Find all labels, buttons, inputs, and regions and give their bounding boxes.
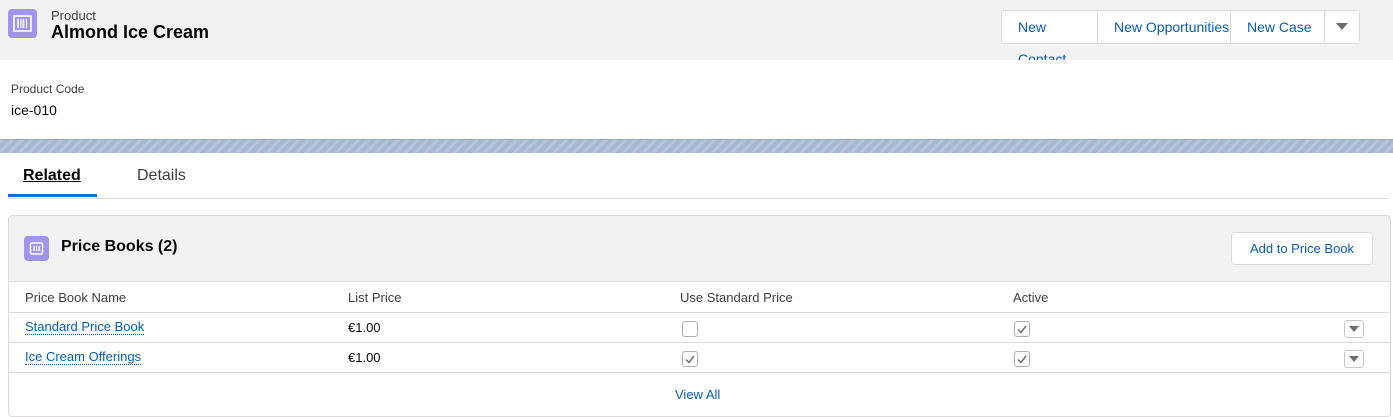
record-title: Almond Ice Cream xyxy=(51,22,210,42)
column-header-price-book-name[interactable]: Price Book Name xyxy=(25,290,126,305)
row-actions-button[interactable] xyxy=(1344,320,1364,338)
object-type-label: Product xyxy=(51,8,96,23)
tab-related[interactable]: Related xyxy=(23,167,81,185)
active-checkbox xyxy=(1014,351,1030,367)
product-icon xyxy=(8,9,37,38)
checkmark-icon xyxy=(685,355,695,364)
chevron-down-icon xyxy=(1336,23,1348,30)
row-divider xyxy=(9,342,1390,343)
use-standard-price-checkbox xyxy=(682,351,698,367)
add-to-price-book-button[interactable]: Add to Price Book xyxy=(1231,232,1373,265)
new-case-button[interactable]: New Case xyxy=(1231,11,1325,43)
column-header-use-standard-price[interactable]: Use Standard Price xyxy=(680,290,793,305)
column-header-list-price[interactable]: List Price xyxy=(348,290,401,305)
decorative-band xyxy=(0,139,1393,153)
row-divider xyxy=(9,312,1390,313)
price-books-card: Price Books (2) Add to Price Book Price … xyxy=(8,215,1391,417)
chevron-down-icon xyxy=(1349,356,1359,362)
active-checkbox xyxy=(1014,321,1030,337)
action-button-group: New Contact New Opportunities New Case xyxy=(1001,10,1360,67)
checkmark-icon xyxy=(1017,325,1027,334)
chevron-down-icon xyxy=(1349,326,1359,332)
price-book-link-standard[interactable]: Standard Price Book xyxy=(25,319,145,335)
checkmark-icon xyxy=(1017,355,1027,364)
row-divider xyxy=(9,372,1390,373)
new-contact-button[interactable]: New Contact xyxy=(1002,11,1098,67)
view-all-link[interactable]: View All xyxy=(675,387,720,402)
product-code-label: Product Code xyxy=(11,82,85,96)
tab-details[interactable]: Details xyxy=(137,167,186,185)
price-book-link-ice-cream-offerings[interactable]: Ice Cream Offerings xyxy=(25,349,142,365)
tab-bar: Related Details xyxy=(8,152,1389,199)
active-tab-indicator xyxy=(8,194,97,197)
column-header-active[interactable]: Active xyxy=(1013,290,1048,305)
use-standard-price-checkbox xyxy=(682,321,698,337)
product-code-value: ice-010 xyxy=(11,102,57,118)
card-header: Price Books (2) Add to Price Book xyxy=(9,216,1390,282)
list-price-cell: €1.00 xyxy=(348,350,381,365)
highlights-panel: Product Code ice-010 xyxy=(0,60,1393,140)
record-header: Product Almond Ice Cream New Contact New… xyxy=(0,0,1393,67)
new-opportunities-button[interactable]: New Opportunities xyxy=(1098,11,1231,43)
list-price-cell: €1.00 xyxy=(348,320,381,335)
price-book-icon xyxy=(24,236,49,261)
more-actions-button[interactable] xyxy=(1325,11,1359,43)
row-actions-button[interactable] xyxy=(1344,350,1364,368)
card-title[interactable]: Price Books (2) xyxy=(61,238,177,256)
